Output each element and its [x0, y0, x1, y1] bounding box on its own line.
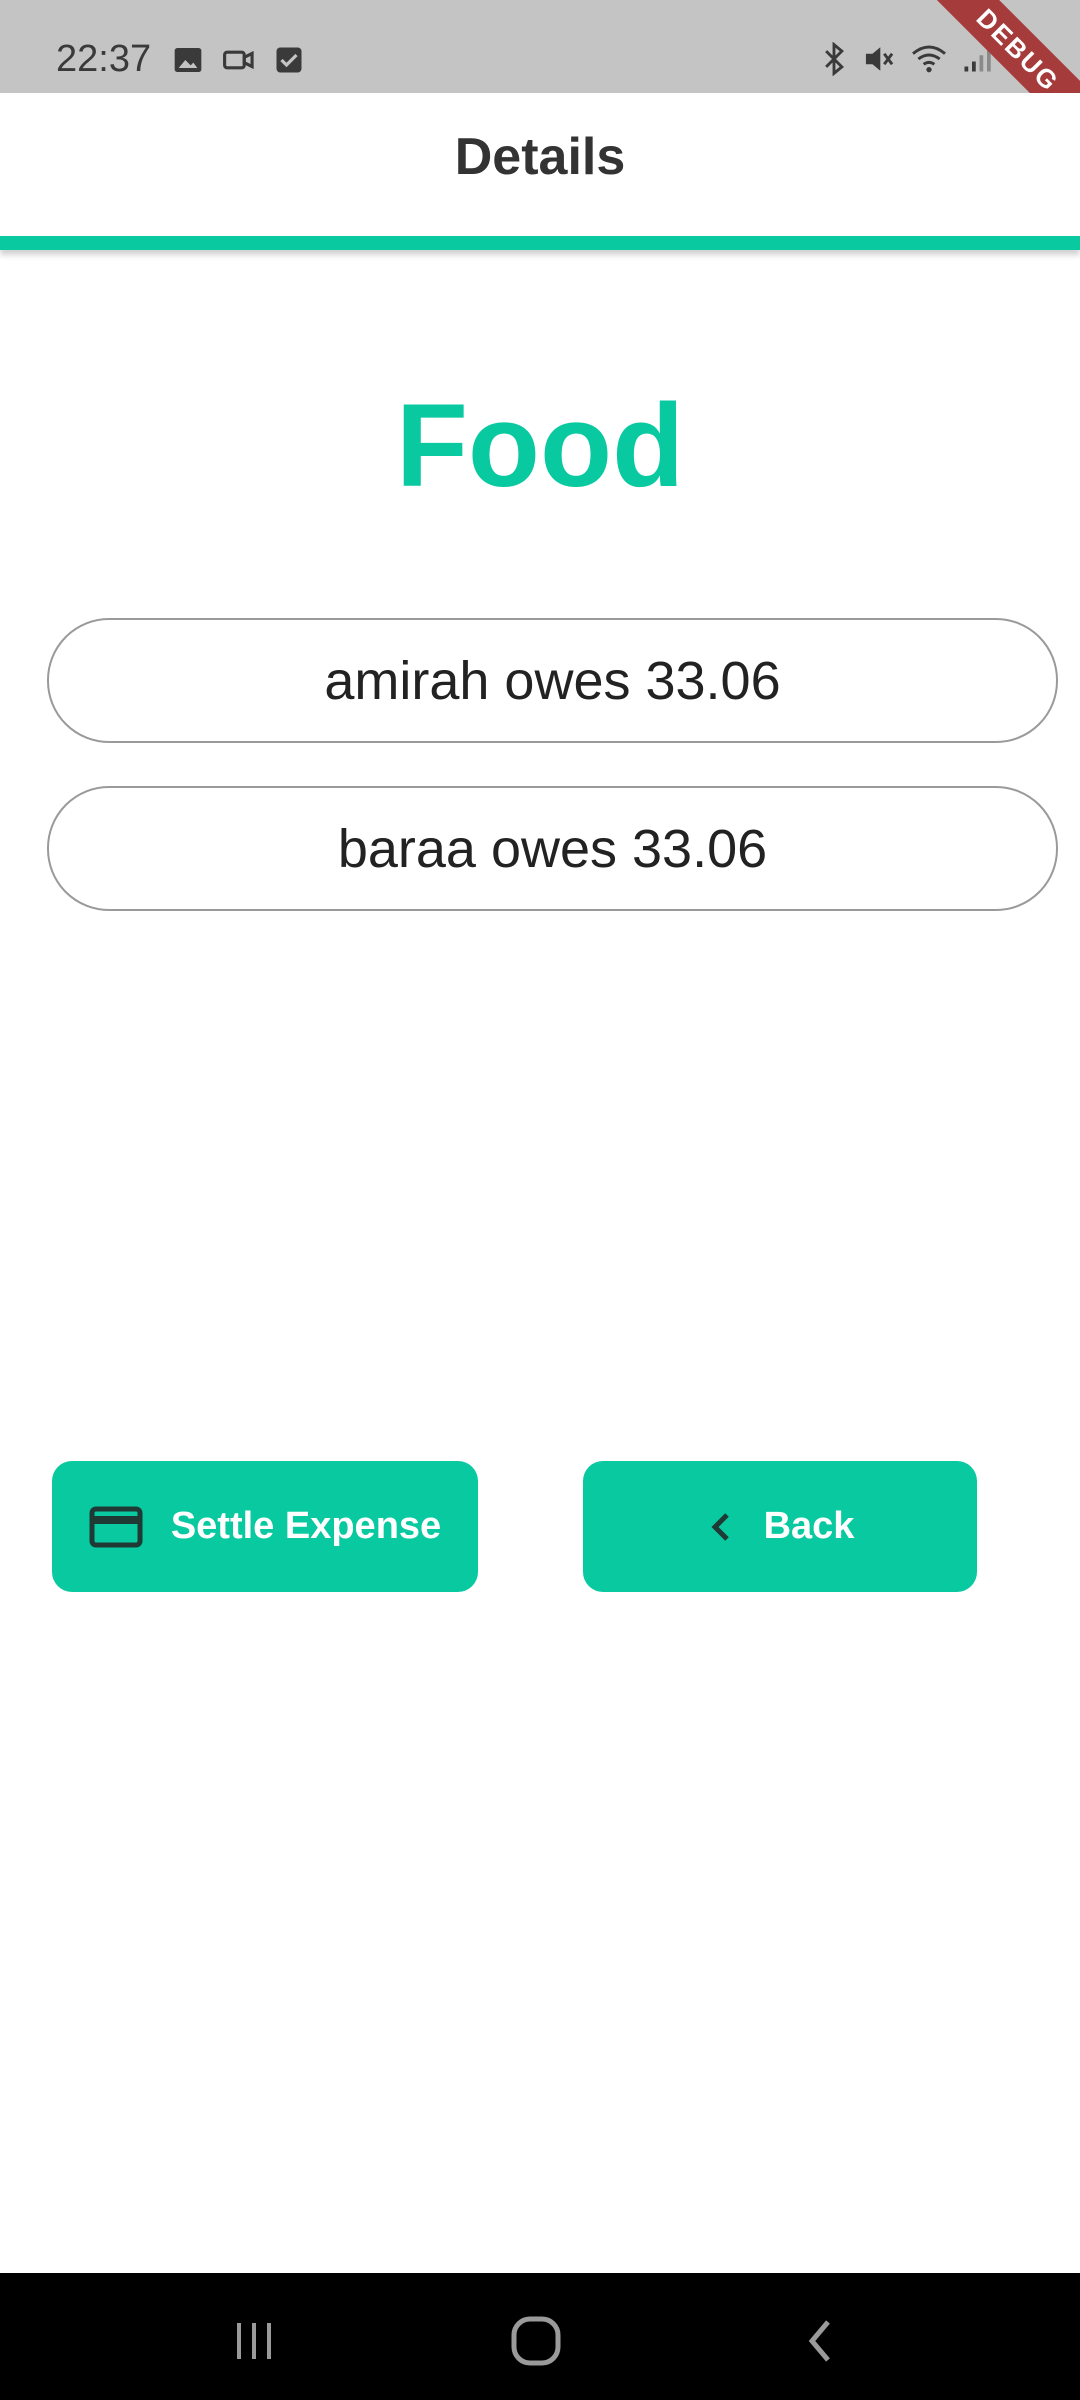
- back-label: Back: [763, 1505, 855, 1547]
- recents-icon[interactable]: [224, 2311, 284, 2371]
- page-title: Details: [454, 128, 626, 186]
- back-button[interactable]: Back: [583, 1461, 977, 1592]
- mute-icon: [862, 42, 896, 81]
- back-icon[interactable]: [790, 2311, 850, 2371]
- chevron-left-icon: [706, 1510, 736, 1544]
- app-bar-accent-line: [0, 236, 1080, 250]
- debt-item: amirah owes 33.06: [47, 618, 1058, 743]
- home-icon[interactable]: [506, 2311, 566, 2371]
- debt-item: baraa owes 33.06: [47, 786, 1058, 911]
- bluetooth-icon: [820, 41, 848, 81]
- checkbox-icon: [274, 45, 304, 80]
- wifi-icon: [910, 43, 948, 80]
- expense-category-title: Food: [395, 380, 685, 512]
- debt-list: amirah owes 33.06 baraa owes 33.06: [47, 618, 1058, 954]
- notification-icons: [172, 44, 304, 81]
- image-icon: [172, 44, 204, 81]
- credit-card-icon: [89, 1506, 143, 1548]
- status-bar: 22:37 DEBUG: [0, 0, 1080, 93]
- settle-expense-button[interactable]: Settle Expense: [52, 1461, 478, 1592]
- video-icon: [222, 44, 256, 81]
- system-nav-bar: [0, 2273, 1080, 2400]
- app-bar: Details: [0, 93, 1080, 236]
- settle-expense-label: Settle Expense: [170, 1505, 442, 1547]
- status-time: 22:37: [56, 38, 152, 80]
